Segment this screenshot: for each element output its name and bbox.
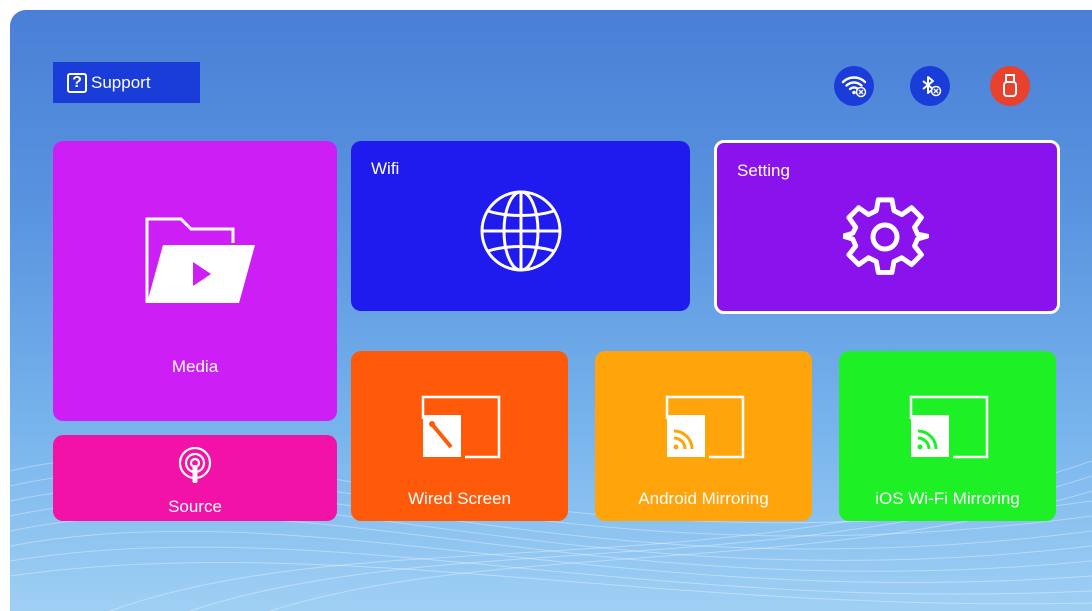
source-label: Source: [168, 497, 222, 516]
ios-wifi-mirroring-label: iOS Wi-Fi Mirroring: [875, 489, 1020, 508]
wifi-disconnected-icon[interactable]: [834, 66, 874, 106]
wired-screen-label: Wired Screen: [408, 489, 511, 508]
wired-screen-tile[interactable]: Wired Screen: [351, 351, 568, 521]
usb-icon[interactable]: [990, 66, 1030, 106]
globe-icon: [480, 190, 562, 272]
bluetooth-disconnected-icon[interactable]: [910, 66, 950, 106]
ios-wifi-mirroring-tile[interactable]: iOS Wi-Fi Mirroring: [839, 351, 1056, 521]
setting-tile[interactable]: Setting: [714, 140, 1060, 314]
source-tile[interactable]: Source: [53, 435, 337, 521]
launcher-screen: ? Support Media Wifi Setting Source Wire…: [10, 10, 1092, 611]
help-icon: ?: [67, 72, 87, 93]
android-mirroring-label: Android Mirroring: [638, 489, 769, 508]
support-label: Support: [91, 72, 151, 92]
gear-icon: [843, 197, 929, 275]
wired-screen-icon: [421, 395, 501, 459]
folder-play-icon: [145, 217, 255, 303]
support-button[interactable]: ? Support: [53, 62, 200, 103]
setting-label: Setting: [737, 161, 790, 180]
media-label: Media: [171, 357, 219, 376]
screen-cast-icon: [909, 395, 989, 459]
wifi-tile[interactable]: Wifi: [351, 141, 690, 311]
screen-cast-icon: [665, 395, 745, 459]
wifi-label: Wifi: [371, 159, 400, 178]
media-tile[interactable]: Media: [53, 141, 337, 421]
android-mirroring-tile[interactable]: Android Mirroring: [595, 351, 812, 521]
podcast-icon: [178, 447, 212, 483]
